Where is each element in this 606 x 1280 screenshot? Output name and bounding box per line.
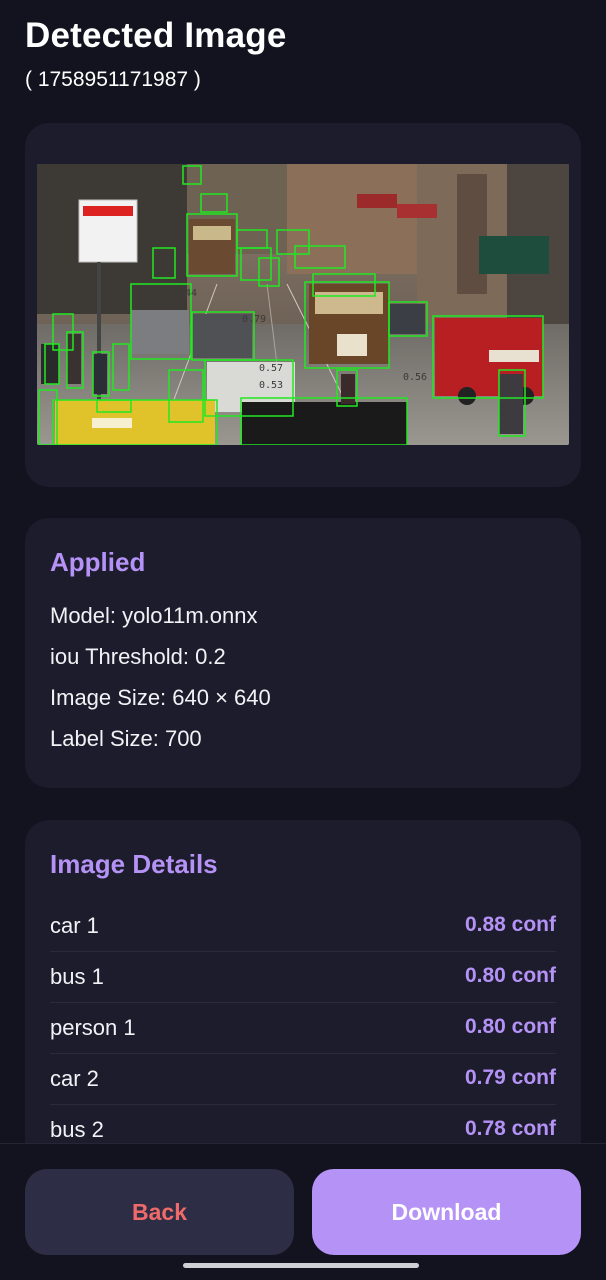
detection-label: bus 2 bbox=[50, 1117, 104, 1142]
overlay-label: 0.56 bbox=[403, 372, 427, 383]
download-button[interactable]: Download bbox=[312, 1169, 581, 1255]
overlay-label: 0.44 bbox=[173, 288, 197, 299]
overlay-label: 0.53 bbox=[259, 380, 283, 391]
image-details-title: Image Details bbox=[50, 849, 218, 879]
page-title: Detected Image bbox=[25, 16, 287, 55]
applied-card: Applied Model: yolo11m.onnx iou Threshol… bbox=[25, 518, 581, 788]
overlay-label: 0.57 bbox=[259, 363, 283, 374]
model-info: Model: yolo11m.onnx bbox=[50, 603, 258, 628]
home-indicator[interactable] bbox=[183, 1263, 419, 1268]
iou-threshold-info: iou Threshold: 0.2 bbox=[50, 644, 226, 669]
detection-row[interactable]: person 1 0.80 conf bbox=[50, 1002, 556, 1054]
detection-row[interactable]: car 1 0.88 conf bbox=[50, 900, 556, 952]
detection-label: car 2 bbox=[50, 1066, 99, 1091]
image-card: 0.44 0.79 0.57 0.56 0.53 bbox=[25, 123, 581, 487]
detection-confidence: 0.88 conf bbox=[464, 913, 556, 936]
detection-label: bus 1 bbox=[50, 964, 104, 989]
label-size-info: Label Size: 700 bbox=[50, 726, 202, 751]
overlay-label: 0.79 bbox=[242, 314, 266, 325]
applied-title: Applied bbox=[50, 547, 146, 577]
detected-image-screen: Detected Image ( 1758951171987 ) 0.44 0.… bbox=[0, 0, 606, 1280]
detection-row[interactable]: car 2 0.79 conf bbox=[50, 1053, 556, 1105]
bottom-action-bar: Back Download bbox=[0, 1143, 606, 1280]
detection-label: person 1 bbox=[50, 1015, 136, 1040]
detection-confidence: 0.79 conf bbox=[464, 1066, 556, 1089]
image-size-info: Image Size: 640 × 640 bbox=[50, 685, 271, 710]
detection-confidence: 0.80 conf bbox=[464, 1015, 556, 1038]
detection-label: car 1 bbox=[50, 913, 99, 938]
detection-row[interactable]: bus 1 0.80 conf bbox=[50, 951, 556, 1003]
back-button[interactable]: Back bbox=[25, 1169, 294, 1255]
detected-image[interactable]: 0.44 0.79 0.57 0.56 0.53 bbox=[37, 164, 569, 445]
detection-confidence: 0.80 conf bbox=[464, 964, 556, 987]
street-scene-image: 0.44 0.79 0.57 0.56 0.53 bbox=[37, 164, 569, 445]
detection-confidence: 0.78 conf bbox=[464, 1117, 556, 1140]
image-id: ( 1758951171987 ) bbox=[25, 68, 201, 91]
